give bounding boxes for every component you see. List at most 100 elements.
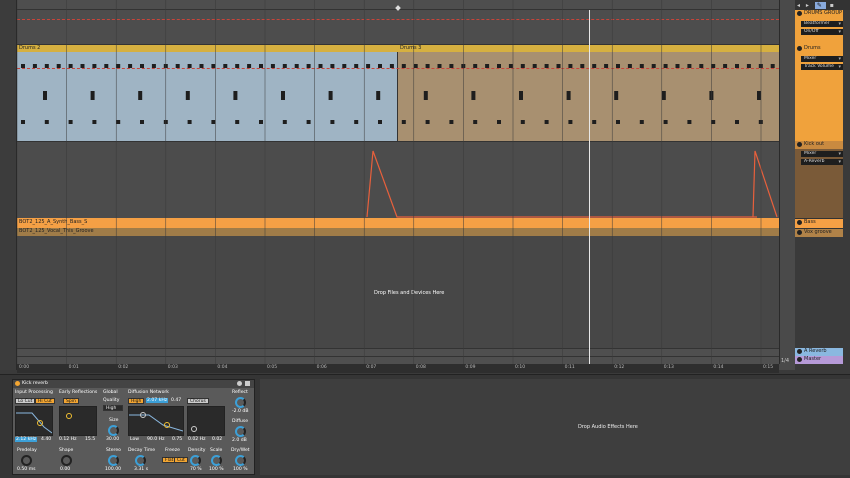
kick-param-chooser[interactable]: A-Reverb <box>801 159 843 165</box>
toolbar-icons[interactable]: ◂ ▸ ✎ ▪ <box>797 2 836 9</box>
ruler-tick: 0:11 <box>564 365 575 370</box>
track-vox-groove[interactable]: Vox groove <box>795 228 843 237</box>
decay-knob[interactable] <box>135 455 146 466</box>
fold-icon[interactable] <box>797 220 802 225</box>
ruler-tick: 0:06 <box>316 365 327 370</box>
ruler-tick: 0:04 <box>217 365 228 370</box>
low-freq[interactable]: 90.0 Hz <box>147 437 165 442</box>
kick-device-chooser[interactable]: Mixer <box>801 151 843 157</box>
arrangement-view: Drums 2 Drums 3 BOT2_125_A_Synth_Bass_S … <box>0 0 850 370</box>
scale-knob[interactable] <box>211 455 222 466</box>
size-label: Size <box>109 418 119 423</box>
dn-level[interactable]: 0.47 <box>171 398 181 403</box>
ruler-tick: 0:01 <box>68 365 79 370</box>
reflect-value[interactable]: -2.0 dB <box>232 409 249 414</box>
ruler-tick: 0:07 <box>366 365 377 370</box>
er-shape[interactable]: 15.5 <box>85 437 95 442</box>
ruler-tick: 0:15 <box>763 365 774 370</box>
input-filter-display[interactable] <box>15 406 53 436</box>
device-titlebar[interactable]: Kick reverb <box>13 380 254 388</box>
ruler-zoom[interactable]: 1/4 <box>781 358 789 364</box>
track-drums-group[interactable]: DRUMS GROUP <box>795 10 843 45</box>
size-value[interactable]: 30.00 <box>106 437 119 442</box>
reflect-label: Reflect <box>232 390 248 395</box>
size-knob[interactable] <box>108 425 119 436</box>
diffuse-value[interactable]: 2.0 dB <box>232 438 247 443</box>
track-a-reverb[interactable]: A Reverb <box>795 348 843 356</box>
save-icon[interactable] <box>237 381 242 386</box>
predelay-knob[interactable] <box>21 455 32 466</box>
dry-wet-value[interactable]: 100 % <box>233 467 248 472</box>
dn-freq[interactable]: 2.07 kHz <box>146 398 169 403</box>
density-value[interactable]: 70 % <box>190 467 202 472</box>
fold-icon[interactable] <box>797 46 802 51</box>
decay-value[interactable]: 3.31 s <box>134 467 148 472</box>
shape-value[interactable]: 0.00 <box>60 467 70 472</box>
stereo-label: Stereo <box>106 448 121 453</box>
diffusion-display[interactable] <box>128 406 184 436</box>
fold-icon[interactable] <box>797 357 802 362</box>
left-edge <box>0 0 17 370</box>
ruler-tick: 0:05 <box>267 365 278 370</box>
drop-audio-label: Drop Audio Effects Here <box>578 424 638 430</box>
hot-swap-icon[interactable] <box>245 381 250 386</box>
dry-wet-label: Dry/Wet <box>231 448 250 453</box>
input-freq-low[interactable]: 2.12 kHz <box>15 437 38 442</box>
stereo-value[interactable]: 100.00 <box>105 467 121 472</box>
density-knob[interactable] <box>190 455 201 466</box>
predelay-value[interactable]: 0.50 ms <box>17 467 36 472</box>
chorus-rate[interactable]: 0.02 Hz <box>188 437 206 442</box>
device-chain-area[interactable] <box>260 379 850 475</box>
stereo-knob[interactable] <box>108 455 119 466</box>
reverb-device: Kick reverb Input Processing Lo Cut Hi C… <box>12 379 255 475</box>
early-reflections-label: Early Reflections <box>59 390 98 395</box>
fold-icon[interactable] <box>797 142 802 147</box>
cut-button[interactable]: Cut <box>174 457 188 463</box>
scale-label: Scale <box>210 448 223 453</box>
group-param-chooser[interactable]: On/Off <box>801 29 843 35</box>
fold-icon[interactable] <box>797 11 802 16</box>
hi-cut-button[interactable]: Hi Cut <box>35 398 55 404</box>
ruler-tick: 0:10 <box>515 365 526 370</box>
drums-param-chooser[interactable]: Track Volume <box>801 64 843 70</box>
spin-button[interactable]: Spin <box>63 398 79 404</box>
fold-icon[interactable] <box>797 230 802 235</box>
shape-knob[interactable] <box>61 455 72 466</box>
dry-wet-knob[interactable] <box>235 455 246 466</box>
fold-icon[interactable] <box>797 349 802 354</box>
shape-label: Shape <box>59 448 74 453</box>
low-label: Low <box>130 437 140 442</box>
density-label: Density <box>188 448 206 453</box>
track-master[interactable]: Master <box>795 356 843 364</box>
er-amount[interactable]: 0.12 Hz <box>59 437 77 442</box>
input-freq-high[interactable]: 4.40 <box>41 437 51 442</box>
track-bass[interactable]: Bass <box>795 218 843 228</box>
chorus-display[interactable] <box>187 406 225 436</box>
low-level[interactable]: 0.75 <box>172 437 182 442</box>
chorus-amount[interactable]: 0.02 <box>212 437 222 442</box>
scale-value[interactable]: 100 % <box>209 467 224 472</box>
chorus-button[interactable]: Chorus <box>187 398 209 404</box>
ruler-tick: 0:00 <box>19 365 30 370</box>
ruler-tick: 0:03 <box>167 365 178 370</box>
high-button[interactable]: High <box>128 398 145 404</box>
diffuse-knob[interactable] <box>235 426 246 437</box>
device-power-icon[interactable] <box>15 381 20 386</box>
reflect-knob[interactable] <box>235 397 246 408</box>
diffusion-network-label: Diffusion Network <box>128 390 169 395</box>
ruler-tick: 0:02 <box>118 365 129 370</box>
time-ruler[interactable]: 0:00 0:01 0:02 0:03 0:04 0:05 0:06 0:07 0:08 0:09… <box>17 364 779 373</box>
decay-time-label: Decay Time <box>128 448 156 453</box>
pen-icon[interactable]: ✎ <box>814 2 826 9</box>
grid-lines <box>17 0 762 364</box>
quality-chooser[interactable]: High <box>103 405 123 411</box>
ruler-tick: 0:08 <box>415 365 426 370</box>
ruler-tick: 0:13 <box>663 365 674 370</box>
playhead[interactable] <box>589 10 590 366</box>
end-line <box>779 0 780 364</box>
group-device-chooser[interactable]: Beatformer <box>801 21 843 27</box>
lo-cut-button[interactable]: Lo Cut <box>15 398 36 404</box>
ruler-tick: 0:09 <box>465 365 476 370</box>
er-display[interactable] <box>59 406 97 436</box>
drums-device-chooser[interactable]: Mixer <box>801 56 843 62</box>
